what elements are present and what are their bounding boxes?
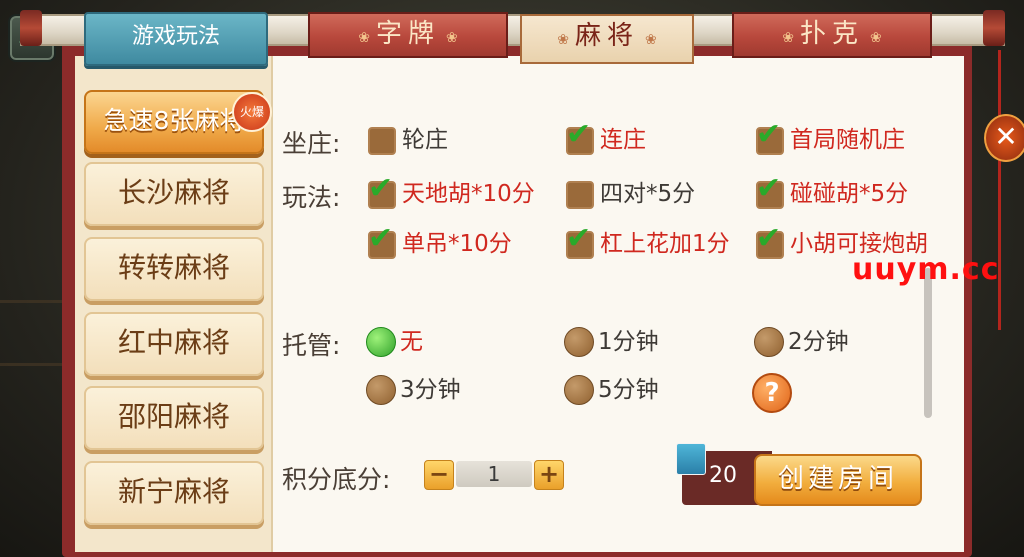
tab-puke[interactable]: ❀ 扑克 ❀ [732,12,932,58]
option-label: 天地胡*10分 [402,181,535,207]
option-shouju-suiji[interactable]: ✔ 首局随机庄 [756,120,936,158]
tab-title-game-rules: 游戏玩法 [84,12,268,66]
ornament-icon: ❀ [782,30,794,46]
checkmark-icon: ✔ [566,117,592,152]
score-stepper: − 1 + [424,460,564,490]
zuozhuang-label: 坐庄: [282,129,341,158]
tassel-decoration [998,50,1001,330]
option-lunzhuang[interactable]: 轮庄 [368,124,528,158]
option-tuoguan-2min[interactable]: 2分钟 [754,326,874,360]
wanfa-label: 玩法: [282,183,341,212]
game-button-changsha[interactable]: 长沙麻将 [84,162,264,226]
option-label: 连庄 [600,127,646,153]
checkmark-icon: ✔ [566,221,592,256]
checkmark-icon: ✔ [756,221,782,256]
radio-button[interactable] [564,327,594,357]
tab-label: 麻将 [574,21,639,51]
option-label: 5分钟 [598,377,659,403]
option-lianzhuang[interactable]: ✔ 连庄 [566,120,726,158]
option-label: 1分钟 [598,329,659,355]
ornament-icon: ❀ [446,30,458,46]
ornament-icon: ❀ [358,30,370,46]
rod-cap-left [20,10,42,46]
close-button[interactable]: ✕ [984,114,1024,162]
option-label: 首局随机庄 [790,127,905,153]
room-card-cost: 20 [709,463,737,488]
radio-button[interactable] [366,375,396,405]
help-button[interactable]: ? [752,373,792,413]
game-button-shaoyang[interactable]: 邵阳麻将 [84,386,264,450]
tab-label: 扑克 [799,19,864,49]
minus-button[interactable]: − [424,460,454,490]
tab-label: 字牌 [375,19,440,49]
ornament-icon: ❀ [870,30,882,46]
option-label: 单吊*10分 [402,231,512,257]
tuoguan-label: 托管: [282,331,341,360]
checkmark-icon: ✔ [368,221,394,256]
plus-button[interactable]: + [534,460,564,490]
ornament-icon: ❀ [557,32,569,48]
radio-button[interactable] [754,327,784,357]
option-sidui[interactable]: 四对*5分 [566,178,726,212]
checkbox[interactable] [368,127,396,155]
hot-badge: 火爆 [232,92,272,132]
score-value: 1 [456,461,532,487]
option-label: 杠上花加1分 [600,231,730,257]
game-button-xinning[interactable]: 新宁麻将 [84,461,264,525]
watermark: uuym.cc [852,252,1000,287]
checkmark-icon: ✔ [756,171,782,206]
option-tuoguan-none[interactable]: 无 [366,326,486,360]
option-dandiao[interactable]: ✔ 单吊*10分 [368,224,548,262]
option-pengpenghu[interactable]: ✔ 碰碰胡*5分 [756,174,936,212]
radio-button[interactable] [366,327,396,357]
ornament-icon: ❀ [645,32,657,48]
option-tuoguan-1min[interactable]: 1分钟 [564,326,684,360]
scrollbar[interactable] [924,268,932,418]
radio-button[interactable] [564,375,594,405]
option-tuoguan-5min[interactable]: 5分钟 [564,374,684,408]
rod-cap-right [983,10,1005,46]
tab-majiang[interactable]: ❀ 麻将 ❀ [520,14,694,64]
game-button-zhuanzhuan[interactable]: 转转麻将 [84,237,264,301]
option-label: 碰碰胡*5分 [790,181,909,207]
create-room-button[interactable]: 创建房间 [754,454,922,506]
option-label: 3分钟 [400,377,461,403]
option-label: 2分钟 [788,329,849,355]
option-label: 轮庄 [402,127,448,153]
game-button-hongzhong[interactable]: 红中麻将 [84,312,264,376]
checkbox[interactable] [566,181,594,209]
score-label: 积分底分: [282,465,391,494]
option-gangshanghua[interactable]: ✔ 杠上花加1分 [566,224,746,262]
option-tuoguan-3min[interactable]: 3分钟 [366,374,486,408]
tab-zipai[interactable]: ❀ 字牌 ❀ [308,12,508,58]
option-label: 无 [400,329,423,355]
option-label: 四对*5分 [600,181,696,207]
checkmark-icon: ✔ [756,117,782,152]
option-tiandihu[interactable]: ✔ 天地胡*10分 [368,174,548,212]
checkmark-icon: ✔ [368,171,394,206]
